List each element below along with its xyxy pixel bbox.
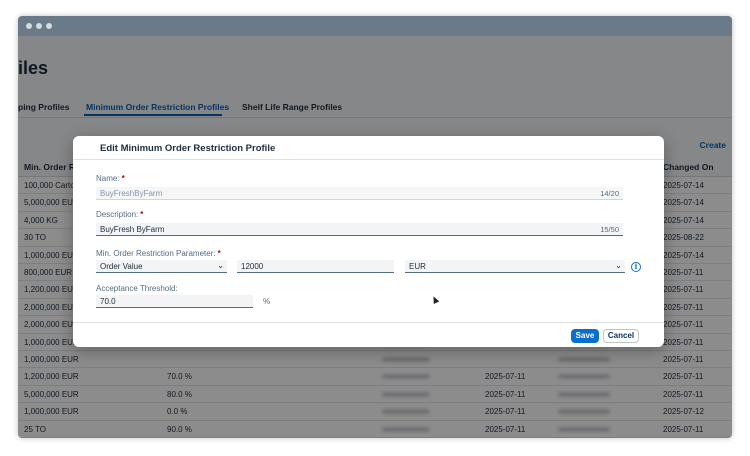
window-maximize-dot[interactable]	[46, 23, 52, 29]
description-label-text: Description:	[96, 210, 139, 219]
chevron-down-icon: ⌄	[615, 261, 622, 270]
name-counter: 14/20	[600, 189, 619, 198]
edit-profile-dialog: Edit Minimum Order Restriction Profile N…	[73, 136, 664, 347]
name-field[interactable]: BuyFreshByFarm 14/20	[96, 187, 623, 200]
dialog-header: Edit Minimum Order Restriction Profile	[73, 136, 664, 160]
parameter-currency-select[interactable]: EUR ⌄	[405, 260, 625, 273]
description-counter: 15/50	[600, 225, 619, 234]
save-button[interactable]: Save	[571, 329, 599, 343]
threshold-unit: %	[263, 297, 271, 306]
parameter-amount-input[interactable]: 12000	[237, 260, 394, 273]
info-icon[interactable]: i	[631, 262, 641, 272]
parameter-label-text: Min. Order Restriction Parameter:	[96, 249, 216, 258]
window-close-dot[interactable]	[26, 23, 32, 29]
parameter-currency-value: EUR	[409, 262, 426, 271]
description-label: Description: *	[96, 210, 143, 219]
description-value: BuyFresh ByFarm	[100, 225, 165, 234]
name-label: Name: *	[96, 174, 125, 183]
parameter-type-select[interactable]: Order Value ⌄	[96, 260, 227, 273]
parameter-label: Min. Order Restriction Parameter: *	[96, 249, 221, 258]
threshold-value: 70.0	[100, 297, 116, 306]
required-mark: *	[140, 210, 144, 219]
name-label-text: Name:	[96, 174, 120, 183]
threshold-label: Acceptance Threshold:	[96, 284, 178, 293]
cancel-button[interactable]: Cancel	[603, 329, 639, 343]
chevron-down-icon: ⌄	[217, 261, 224, 270]
name-value: BuyFreshByFarm	[100, 189, 163, 198]
required-mark: *	[217, 249, 221, 258]
dialog-title: Edit Minimum Order Restriction Profile	[100, 143, 276, 154]
window-minimize-dot[interactable]	[36, 23, 42, 29]
window-titlebar	[18, 16, 732, 36]
description-field[interactable]: BuyFresh ByFarm 15/50	[96, 223, 623, 236]
threshold-input[interactable]: 70.0	[96, 295, 253, 308]
required-mark: *	[121, 174, 125, 183]
parameter-amount-value: 12000	[241, 262, 264, 271]
parameter-type-value: Order Value	[100, 262, 143, 271]
dialog-footer: Save Cancel	[73, 322, 664, 347]
